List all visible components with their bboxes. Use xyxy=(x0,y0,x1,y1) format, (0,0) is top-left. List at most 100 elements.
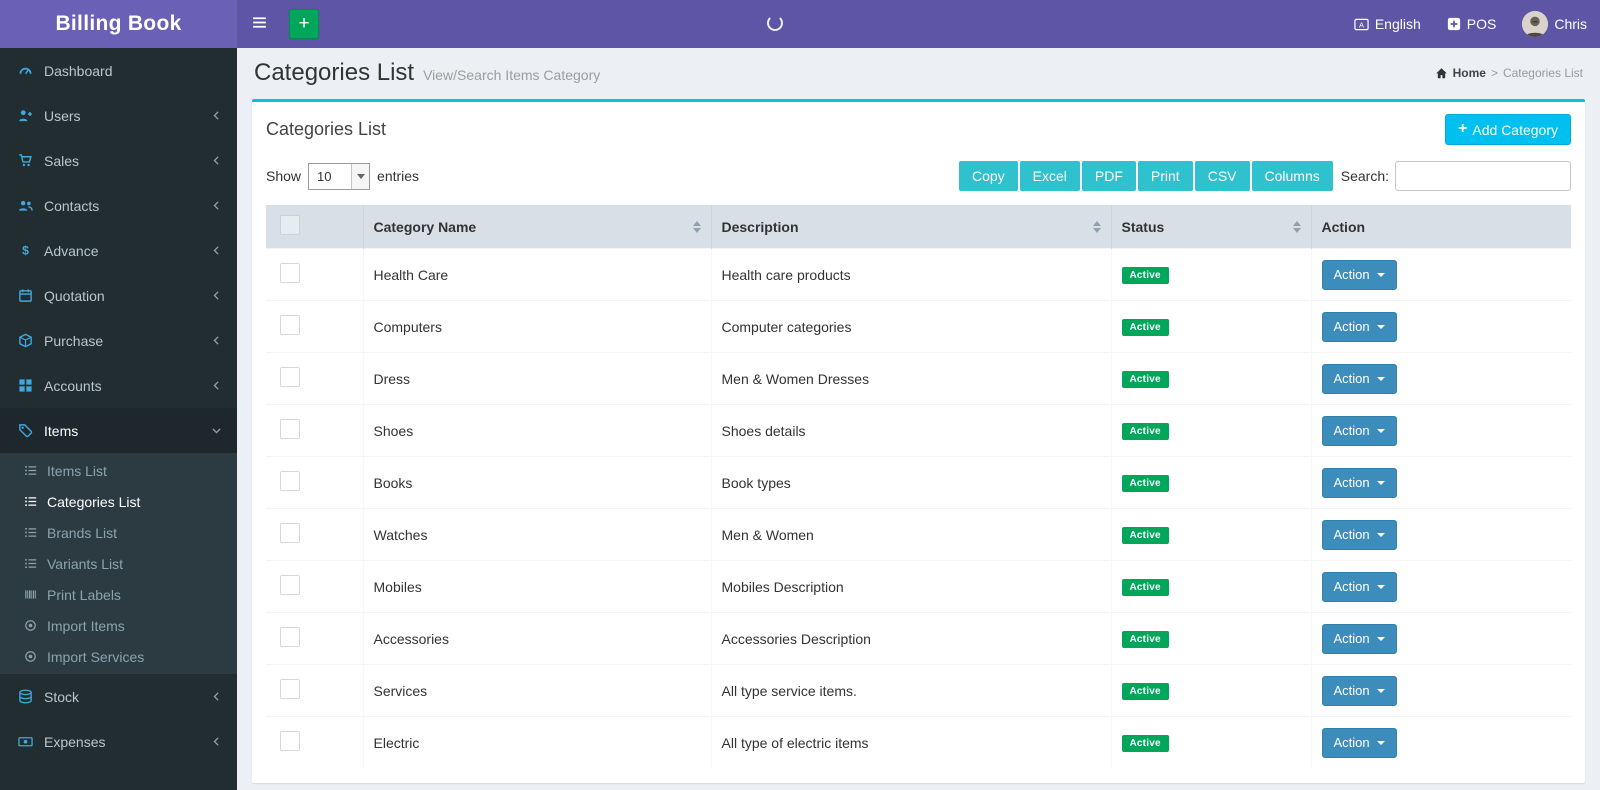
sidebar-item-label: Contacts xyxy=(44,198,99,214)
row-checkbox[interactable] xyxy=(280,263,300,283)
caret-down-icon xyxy=(1377,481,1385,485)
status-badge: Active xyxy=(1122,631,1169,648)
row-checkbox[interactable] xyxy=(280,627,300,647)
select-all-checkbox[interactable] xyxy=(280,215,300,235)
sidebar-item-dashboard[interactable]: Dashboard xyxy=(0,48,237,93)
caret-down-icon xyxy=(1377,325,1385,329)
sidebar-item-items[interactable]: Items xyxy=(0,408,237,453)
export-columns-button[interactable]: Columns xyxy=(1252,161,1333,191)
content-header: Categories List View/Search Items Catego… xyxy=(252,48,1585,99)
table-row: AccessoriesAccessories DescriptionActive… xyxy=(266,613,1571,665)
row-checkbox[interactable] xyxy=(280,731,300,751)
status-badge: Active xyxy=(1122,371,1169,388)
category-name-cell: Health Care xyxy=(363,249,711,301)
description-cell: Accessories Description xyxy=(711,613,1111,665)
export-csv-button[interactable]: CSV xyxy=(1195,161,1250,191)
sidebar-subitem-items-list[interactable]: Items List xyxy=(0,455,237,486)
sidebar-item-purchase[interactable]: Purchase xyxy=(0,318,237,363)
sort-icon xyxy=(685,221,701,233)
action-label: Action xyxy=(1334,475,1370,490)
sort-icon xyxy=(1085,221,1101,233)
entries-select[interactable]: 10 xyxy=(308,163,370,190)
row-checkbox[interactable] xyxy=(280,679,300,699)
export-pdf-button[interactable]: PDF xyxy=(1082,161,1136,191)
export-print-button[interactable]: Print xyxy=(1138,161,1193,191)
action-label: Action xyxy=(1334,579,1370,594)
categories-table: Category NameDescriptionStatusAction Hea… xyxy=(266,205,1571,769)
action-dropdown-button[interactable]: Action xyxy=(1322,260,1397,290)
add-category-button[interactable]: + Add Category xyxy=(1445,114,1571,145)
action-dropdown-button[interactable]: Action xyxy=(1322,520,1397,550)
action-dropdown-button[interactable]: Action xyxy=(1322,624,1397,654)
language-menu[interactable]: A English xyxy=(1341,0,1434,48)
plus-square-icon xyxy=(1447,17,1461,31)
money-icon xyxy=(16,734,35,749)
action-dropdown-button[interactable]: Action xyxy=(1322,364,1397,394)
sidebar-subitem-print-labels[interactable]: Print Labels xyxy=(0,579,237,610)
quick-add-button[interactable]: + xyxy=(289,9,319,39)
app-logo[interactable]: Billing Book xyxy=(0,0,237,48)
breadcrumb-home[interactable]: Home xyxy=(1453,66,1486,80)
sidebar-subitem-label: Import Services xyxy=(47,649,144,665)
sidebar-submenu: Items ListCategories ListBrands ListVari… xyxy=(0,453,237,674)
action-dropdown-button[interactable]: Action xyxy=(1322,572,1397,602)
table-controls: Show 10 entries CopyExcelPDFPrintCSVColu… xyxy=(266,161,1571,191)
sidebar-item-contacts[interactable]: Contacts xyxy=(0,183,237,228)
action-label: Action xyxy=(1334,423,1370,438)
sidebar-menu: DashboardUsersSales Contacts $ Advance Quota… xyxy=(0,48,237,764)
sidebar-item-label: Stock xyxy=(44,689,79,705)
sidebar-subitem-import-items[interactable]: Import Items xyxy=(0,610,237,641)
row-checkbox[interactable] xyxy=(280,523,300,543)
sidebar-item-accounts[interactable]: Accounts xyxy=(0,363,237,408)
entries-label: entries xyxy=(377,168,419,184)
row-checkbox[interactable] xyxy=(280,575,300,595)
description-cell: Computer categories xyxy=(711,301,1111,353)
sidebar-item-quotation[interactable]: Quotation xyxy=(0,273,237,318)
chevron-down-icon xyxy=(351,164,369,189)
column-header-description[interactable]: Description xyxy=(711,205,1111,249)
row-checkbox[interactable] xyxy=(280,367,300,387)
row-checkbox[interactable] xyxy=(280,419,300,439)
chevron-left-icon xyxy=(210,735,223,748)
sidebar-subitem-brands-list[interactable]: Brands List xyxy=(0,517,237,548)
search-input[interactable] xyxy=(1395,161,1571,191)
navbar-right: A English POS Chris xyxy=(1341,0,1600,48)
sidebar-toggle-button[interactable] xyxy=(237,0,281,48)
column-header-status[interactable]: Status xyxy=(1111,205,1311,249)
sidebar-item-advance[interactable]: $ Advance xyxy=(0,228,237,273)
sidebar-subitem-variants-list[interactable]: Variants List xyxy=(0,548,237,579)
column-header-category-name[interactable]: Category Name xyxy=(363,205,711,249)
categories-card: Categories List + Add Category Show 10 xyxy=(252,99,1585,783)
dollar-icon: $ xyxy=(16,243,35,258)
chevron-left-icon xyxy=(210,289,223,302)
sidebar-subitem-categories-list[interactable]: Categories List xyxy=(0,486,237,517)
sidebar-subitem-label: Import Items xyxy=(47,618,125,634)
sidebar-item-users[interactable]: Users xyxy=(0,93,237,138)
description-cell: Men & Women xyxy=(711,509,1111,561)
sidebar-item-sales[interactable]: Sales xyxy=(0,138,237,183)
show-label: Show xyxy=(266,168,301,184)
status-badge: Active xyxy=(1122,267,1169,284)
sidebar-subitem-import-services[interactable]: Import Services xyxy=(0,641,237,672)
sidebar-item-stock[interactable]: Stock xyxy=(0,674,237,719)
chevron-left-icon xyxy=(210,199,223,212)
user-menu[interactable]: Chris xyxy=(1509,0,1600,48)
pos-link[interactable]: POS xyxy=(1434,0,1510,48)
breadcrumb: Home > Categories List xyxy=(1435,66,1583,80)
table-header-row: Category NameDescriptionStatusAction xyxy=(266,205,1571,249)
row-checkbox[interactable] xyxy=(280,315,300,335)
export-excel-button[interactable]: Excel xyxy=(1020,161,1080,191)
sidebar-item-expenses[interactable]: Expenses xyxy=(0,719,237,764)
sidebar-item-label: Advance xyxy=(44,243,98,259)
loading-spinner xyxy=(767,15,783,31)
row-checkbox[interactable] xyxy=(280,471,300,491)
export-copy-button[interactable]: Copy xyxy=(959,161,1018,191)
action-dropdown-button[interactable]: Action xyxy=(1322,312,1397,342)
table-row: BooksBook typesActiveAction xyxy=(266,457,1571,509)
action-dropdown-button[interactable]: Action xyxy=(1322,468,1397,498)
sidebar-item-label: Purchase xyxy=(44,333,103,349)
action-dropdown-button[interactable]: Action xyxy=(1322,416,1397,446)
description-cell: Men & Women Dresses xyxy=(711,353,1111,405)
action-dropdown-button[interactable]: Action xyxy=(1322,728,1397,758)
action-dropdown-button[interactable]: Action xyxy=(1322,676,1397,706)
